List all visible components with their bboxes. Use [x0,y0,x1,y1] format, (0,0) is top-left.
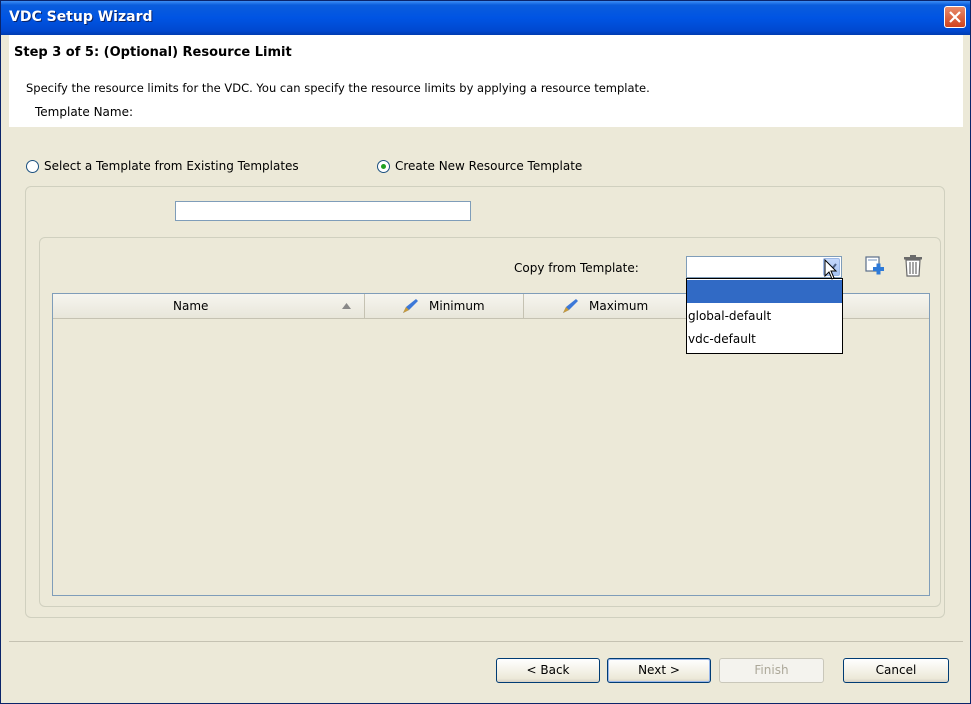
title-bar[interactable]: VDC Setup Wizard [1,1,970,35]
radio-create-template[interactable]: Create New Resource Template [377,159,582,173]
pen-icon [563,299,578,313]
wizard-window: VDC Setup Wizard Step 3 of 5: (Optional)… [0,0,971,704]
dropdown-option[interactable] [687,280,842,303]
radio-existing-template[interactable]: Select a Template from Existing Template… [26,159,299,173]
dropdown-option[interactable]: vdc-default [687,328,842,351]
step-title: Step 3 of 5: (Optional) Resource Limit [14,45,292,60]
pen-icon [403,299,418,313]
radio-existing-label: Select a Template from Existing Template… [44,159,299,173]
wizard-footer: < Back Next > Finish Cancel [9,642,963,699]
step-description: Specify the resource limits for the VDC.… [26,81,650,95]
window-title: VDC Setup Wizard [9,9,153,25]
column-name-label: Name [173,299,209,313]
trash-icon[interactable] [902,254,924,278]
add-template-icon[interactable] [864,255,886,277]
column-maximum-label: Maximum [589,299,649,313]
next-button[interactable]: Next > [607,658,711,683]
radio-create-circle[interactable] [377,159,390,173]
wizard-header: Step 3 of 5: (Optional) Resource Limit S… [9,35,963,127]
back-button[interactable]: < Back [496,658,600,683]
radio-create-label: Create New Resource Template [395,159,583,173]
radio-existing-circle[interactable] [26,159,39,173]
copy-from-template-select[interactable] [686,256,842,278]
column-header-minimum[interactable]: Minimum [365,294,524,318]
sort-ascending-icon [342,303,351,309]
copy-from-template-dropdown[interactable]: global-default vdc-default [686,278,843,354]
column-minimum-label: Minimum [429,299,485,313]
template-name-label: Template Name: [35,105,134,119]
mouse-cursor-icon [824,259,838,280]
close-icon [949,11,961,23]
dropdown-option[interactable]: global-default [687,305,842,328]
column-header-maximum[interactable]: Maximum [524,294,688,318]
template-name-input[interactable] [175,201,471,221]
copy-from-template-label: Copy from Template: [514,261,639,275]
wizard-body: Select a Template from Existing Template… [9,127,963,641]
finish-button[interactable]: Finish [719,658,824,683]
close-button[interactable] [944,6,966,28]
column-header-name[interactable]: Name [53,294,365,318]
cancel-button[interactable]: Cancel [843,658,949,683]
